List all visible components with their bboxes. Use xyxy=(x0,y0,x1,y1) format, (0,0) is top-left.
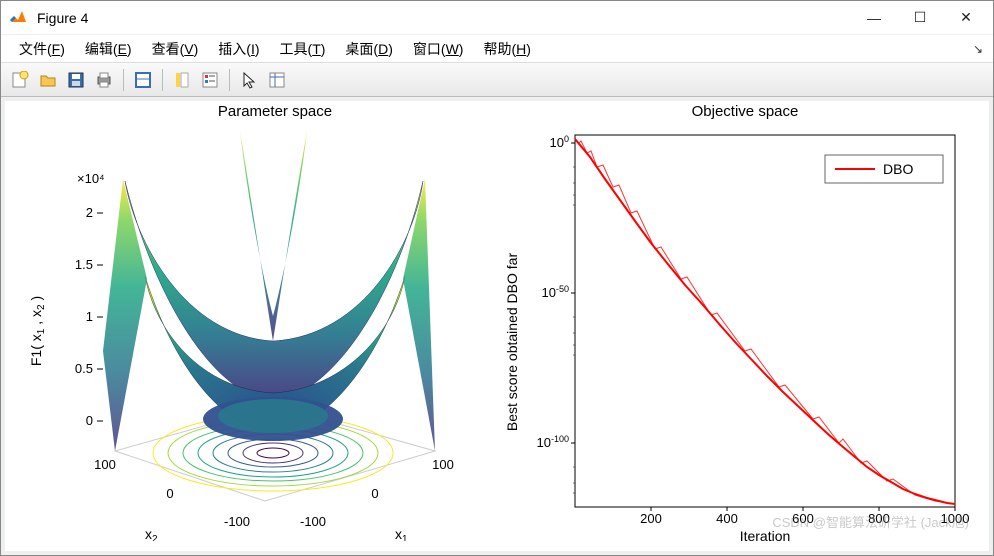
save-button[interactable] xyxy=(63,67,89,93)
menu-insert[interactable]: 插入(I) xyxy=(210,36,267,62)
new-figure-button[interactable] xyxy=(7,67,33,93)
svg-text:200: 200 xyxy=(640,511,662,526)
svg-text:800: 800 xyxy=(868,511,890,526)
datacursor-button[interactable] xyxy=(264,67,290,93)
svg-text:100: 100 xyxy=(94,457,116,472)
figure-window: Figure 4 — ☐ ✕ 文件(F) 编辑(E) 查看(V) 插入(I) 工… xyxy=(0,0,994,556)
svg-text:400: 400 xyxy=(716,511,738,526)
svg-text:-100: -100 xyxy=(224,514,250,529)
menu-view[interactable]: 查看(V) xyxy=(144,36,207,62)
toolbar-separator xyxy=(162,69,163,91)
x-axis-ticks: 200 400 600 800 1000 xyxy=(640,511,969,526)
toolbar-separator xyxy=(229,69,230,91)
x-axis-label: x1 xyxy=(395,526,408,541)
y-axis-label: x2 xyxy=(145,526,158,541)
svg-text:100: 100 xyxy=(550,134,569,150)
colorbar-button[interactable] xyxy=(169,67,195,93)
svg-text:2: 2 xyxy=(86,205,93,220)
dock-icon[interactable]: ↘ xyxy=(973,42,983,56)
svg-text:0: 0 xyxy=(166,486,173,501)
print-button[interactable] xyxy=(91,67,117,93)
legend-label: DBO xyxy=(883,161,913,177)
x-axis-label: Iteration xyxy=(740,528,791,544)
svg-text:0.5: 0.5 xyxy=(75,361,93,376)
toolbar-separator xyxy=(123,69,124,91)
objective-space-axes[interactable]: 100 10-50 10-100 20 xyxy=(495,117,975,547)
z-axis-ticks: 0 0.5 1 1.5 2 xyxy=(75,205,93,428)
svg-text:100: 100 xyxy=(432,457,454,472)
z-exponent: ×10⁴ xyxy=(77,171,105,186)
titlebar: Figure 4 — ☐ ✕ xyxy=(1,1,993,35)
legend-button[interactable] xyxy=(197,67,223,93)
y-axis-label: Best score obtained DBO far xyxy=(504,253,520,432)
menu-edit[interactable]: 编辑(E) xyxy=(77,36,140,62)
left-chart-title: Parameter space xyxy=(85,103,465,120)
svg-text:10-100: 10-100 xyxy=(537,434,569,450)
datacursor-icon xyxy=(268,71,286,89)
y-axis-ticks: 100 10-50 10-100 xyxy=(537,134,569,450)
menubar: 文件(F) 编辑(E) 查看(V) 插入(I) 工具(T) 桌面(D) 窗口(W… xyxy=(1,35,993,63)
menu-window[interactable]: 窗口(W) xyxy=(405,36,472,62)
minimize-button[interactable]: — xyxy=(851,2,897,34)
inspect-icon xyxy=(134,71,152,89)
menu-desktop[interactable]: 桌面(D) xyxy=(337,36,400,62)
legend-icon xyxy=(201,71,219,89)
open-icon xyxy=(39,71,57,89)
print-icon xyxy=(95,71,113,89)
parameter-space-axes[interactable]: 0 0.5 1 1.5 2 ×10⁴ 100 0 xyxy=(15,121,485,541)
new-figure-icon xyxy=(11,71,29,89)
figure-area: Parameter space Objective space xyxy=(1,97,993,555)
menu-tools[interactable]: 工具(T) xyxy=(272,36,334,62)
window-title: Figure 4 xyxy=(37,10,88,26)
close-button[interactable]: ✕ xyxy=(943,2,989,34)
svg-text:1: 1 xyxy=(86,309,93,324)
menu-help[interactable]: 帮助(H) xyxy=(475,36,538,62)
colorbar-icon xyxy=(173,71,191,89)
svg-text:1.5: 1.5 xyxy=(75,257,93,272)
svg-text:0: 0 xyxy=(371,486,378,501)
svg-text:10-50: 10-50 xyxy=(542,284,569,300)
svg-text:-100: -100 xyxy=(300,514,326,529)
surface-back xyxy=(125,181,423,401)
svg-text:0: 0 xyxy=(86,413,93,428)
axes-container: Parameter space Objective space xyxy=(5,101,989,551)
z-axis-label: F1( x1 , x2 ) xyxy=(28,296,47,366)
matlab-app-icon xyxy=(9,8,29,28)
y-axis-ticks: 100 0 -100 xyxy=(94,457,250,529)
plot-box xyxy=(575,135,955,507)
save-icon xyxy=(67,71,85,89)
maximize-button[interactable]: ☐ xyxy=(897,2,943,34)
pointer-button[interactable] xyxy=(236,67,262,93)
pointer-icon xyxy=(240,71,258,89)
svg-text:600: 600 xyxy=(792,511,814,526)
open-button[interactable] xyxy=(35,67,61,93)
toolbar xyxy=(1,63,993,97)
svg-text:1000: 1000 xyxy=(941,511,970,526)
legend[interactable]: DBO xyxy=(825,155,943,183)
menu-file[interactable]: 文件(F) xyxy=(11,36,73,62)
inspect-button[interactable] xyxy=(130,67,156,93)
